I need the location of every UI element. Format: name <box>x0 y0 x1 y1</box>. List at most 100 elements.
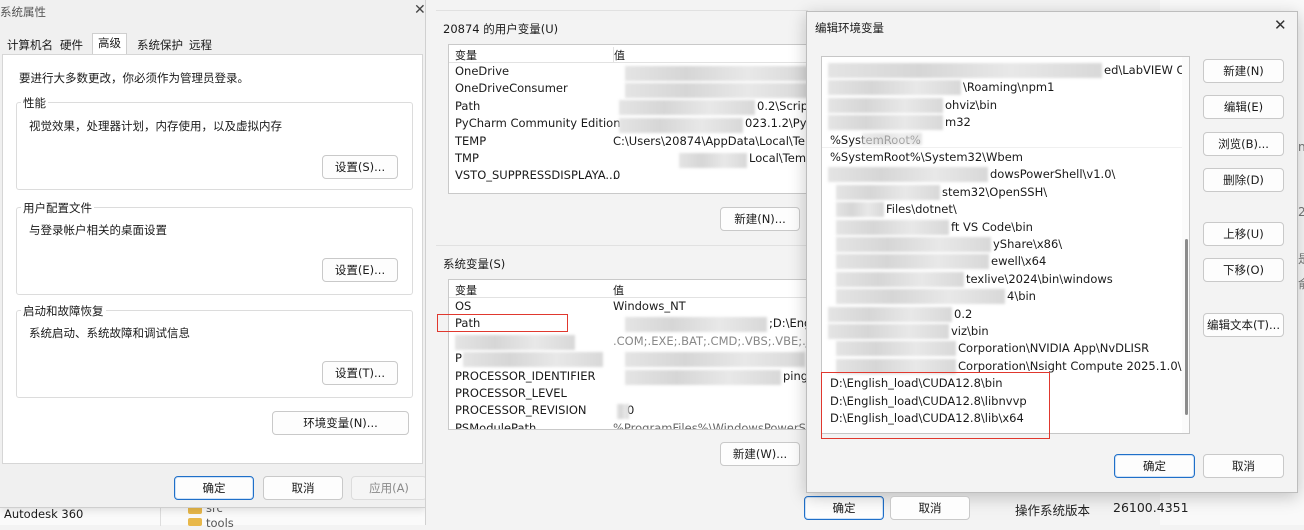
path-entry[interactable]: m32 <box>945 115 971 129</box>
close-icon[interactable]: ✕ <box>1274 16 1287 34</box>
redaction <box>625 352 805 367</box>
list-item[interactable]: OS Windows_NT <box>449 298 807 315</box>
path-entry[interactable]: ewell\x64 <box>991 254 1046 268</box>
path-entry[interactable]: 4\bin <box>1007 289 1036 303</box>
list-item[interactable]: PROCESSOR_LEVEL <box>449 385 807 402</box>
system-new-button[interactable]: 新建(W)... <box>720 442 800 466</box>
column-header-value: 值 <box>613 47 625 63</box>
user-variables-list[interactable]: 变量 值 OneDrive OneDriveConsumer Path 0.2\S… <box>448 44 808 194</box>
user-new-button[interactable]: 新建(N)... <box>720 207 800 231</box>
group-description: 系统启动、系统故障和调试信息 <box>29 326 190 340</box>
cancel-button[interactable]: 取消 <box>263 476 343 500</box>
path-entry[interactable]: ed\LabVIEW CLI <box>1104 63 1189 77</box>
list-item[interactable]: TEMP C:\Users\20874\AppData\Local\Temp <box>449 133 807 150</box>
move-up-button[interactable]: 上移(U) <box>1203 222 1284 246</box>
row-separator <box>822 147 1189 148</box>
redaction <box>836 341 956 356</box>
redaction <box>617 404 629 419</box>
redaction <box>828 63 1102 78</box>
environment-variables-button[interactable]: 环境变量(N)... <box>272 411 409 435</box>
env-cancel-button[interactable]: 取消 <box>890 496 970 520</box>
column-header-variable: 变量 <box>455 49 477 62</box>
highlight-box <box>437 314 568 332</box>
startup-recovery-group: 启动和故障恢复 系统启动、系统故障和调试信息 设置(T)... <box>16 303 413 398</box>
ok-button[interactable]: 确定 <box>804 496 884 520</box>
list-header: 变量 值 <box>449 45 807 63</box>
ok-button[interactable]: 确定 <box>174 476 254 500</box>
path-entry[interactable]: dowsPowerShell\v1.0\ <box>990 167 1115 181</box>
redaction <box>862 133 922 145</box>
clipped-text: 是 <box>1298 250 1304 267</box>
edit-environment-variable-dialog: 编辑环境变量 ✕ ed\LabVIEW CLI \Roaming\npm1 oh… <box>806 11 1298 493</box>
group-description: 视觉效果，处理器计划，内存使用，以及虚拟内存 <box>29 119 282 133</box>
redaction <box>625 370 781 385</box>
path-entry[interactable]: ohviz\bin <box>945 98 997 112</box>
redaction <box>625 317 767 332</box>
group-title: 启动和故障恢复 <box>21 303 106 319</box>
profiles-settings-button[interactable]: 设置(E)... <box>322 258 398 282</box>
tab-advanced[interactable]: 高级 <box>92 33 127 55</box>
redaction <box>619 118 743 133</box>
os-version-value: 26100.4351 <box>1113 500 1189 515</box>
tab-system-protection[interactable]: 系统保护 <box>132 36 188 54</box>
list-item[interactable]: TMP Local\Temp <box>449 150 807 167</box>
performance-settings-button[interactable]: 设置(S)... <box>322 155 398 179</box>
edit-entry-button[interactable]: 编辑(E) <box>1203 95 1284 119</box>
redaction <box>828 115 943 130</box>
close-icon[interactable]: ✕ <box>414 2 426 18</box>
path-entry[interactable]: %SystemRoot%\System32\Wbem <box>830 150 1023 164</box>
window-title: 系统属性 <box>0 5 46 19</box>
tab-hardware[interactable]: 硬件 <box>55 36 88 54</box>
clipped-text: 俞 <box>1298 275 1304 292</box>
list-item[interactable]: PSModulePath %ProgramFiles%\WindowsPowerS… <box>449 420 807 429</box>
edit-text-button[interactable]: 编辑文本(T)... <box>1203 313 1284 337</box>
system-variables-heading: 系统变量(S) <box>443 257 506 271</box>
redaction <box>679 153 747 168</box>
path-entry[interactable]: Corporation\NVIDIA App\NvDLISR <box>958 341 1149 355</box>
tab-computer-name[interactable]: 计算机名 <box>2 36 58 54</box>
path-entry[interactable]: yShare\x86\ <box>993 237 1062 251</box>
delete-entry-button[interactable]: 删除(D) <box>1203 168 1284 192</box>
redaction <box>836 220 949 235</box>
redaction <box>828 307 952 322</box>
tab-remote[interactable]: 远程 <box>184 36 217 54</box>
column-header-variable: 变量 <box>455 284 477 297</box>
explorer-item-label: Autodesk 360 <box>4 507 84 521</box>
redaction <box>625 83 807 98</box>
path-entry[interactable]: \Roaming\npm1 <box>963 80 1054 94</box>
group-description: 与登录帐户相关的桌面设置 <box>29 223 167 237</box>
path-entry[interactable]: Files\dotnet\ <box>886 202 957 216</box>
redaction <box>625 66 807 81</box>
redaction <box>836 202 884 217</box>
scrollbar-thumb[interactable] <box>1185 239 1188 415</box>
startup-settings-button[interactable]: 设置(T)... <box>322 361 398 385</box>
section-divider <box>436 10 808 11</box>
clipped-text: n <box>1298 140 1304 154</box>
browse-button[interactable]: 浏览(B)... <box>1203 132 1284 156</box>
folder-label[interactable]: tools <box>206 516 234 530</box>
highlight-box <box>821 372 1050 439</box>
performance-group: 性能 视觉效果，处理器计划，内存使用，以及虚拟内存 设置(S)... <box>16 95 413 190</box>
column-header-value: 值 <box>613 284 624 297</box>
new-entry-button[interactable]: 新建(N) <box>1203 59 1284 83</box>
os-version-label: 操作系统版本 <box>1015 503 1091 518</box>
redaction <box>836 289 1005 304</box>
ok-button[interactable]: 确定 <box>1114 454 1195 478</box>
admin-note: 要进行大多数更改，你必须作为管理员登录。 <box>19 71 249 85</box>
apply-button[interactable]: 应用(A) <box>351 476 427 500</box>
path-entry[interactable]: viz\bin <box>951 324 989 338</box>
path-entry[interactable]: Corporation\Nsight Compute 2025.1.0\ <box>958 359 1182 373</box>
list-item[interactable]: VSTO_SUPPRESSDISPLAYA... 0 <box>449 167 807 184</box>
system-variables-list[interactable]: 变量 值 OS Windows_NT Path ;D:\Eng .COM;.EXE;… <box>448 279 808 430</box>
move-down-button[interactable]: 下移(O) <box>1203 258 1284 282</box>
path-entry[interactable]: stem32\OpenSSH\ <box>942 185 1047 199</box>
redaction <box>836 237 991 252</box>
cancel-button[interactable]: 取消 <box>1203 454 1284 478</box>
list-header: 变量 值 <box>449 280 807 298</box>
path-entry[interactable]: 0.2 <box>954 307 972 321</box>
clipped-text: 2 <box>1298 205 1304 219</box>
path-entry[interactable]: ft VS Code\bin <box>951 220 1033 234</box>
path-entry[interactable]: texlive\2024\bin\windows <box>966 272 1113 286</box>
user-variables-heading: 20874 的用户变量(U) <box>443 22 559 36</box>
advanced-tab-panel: 要进行大多数更改，你必须作为管理员登录。 性能 视觉效果，处理器计划，内存使用，… <box>2 54 423 464</box>
